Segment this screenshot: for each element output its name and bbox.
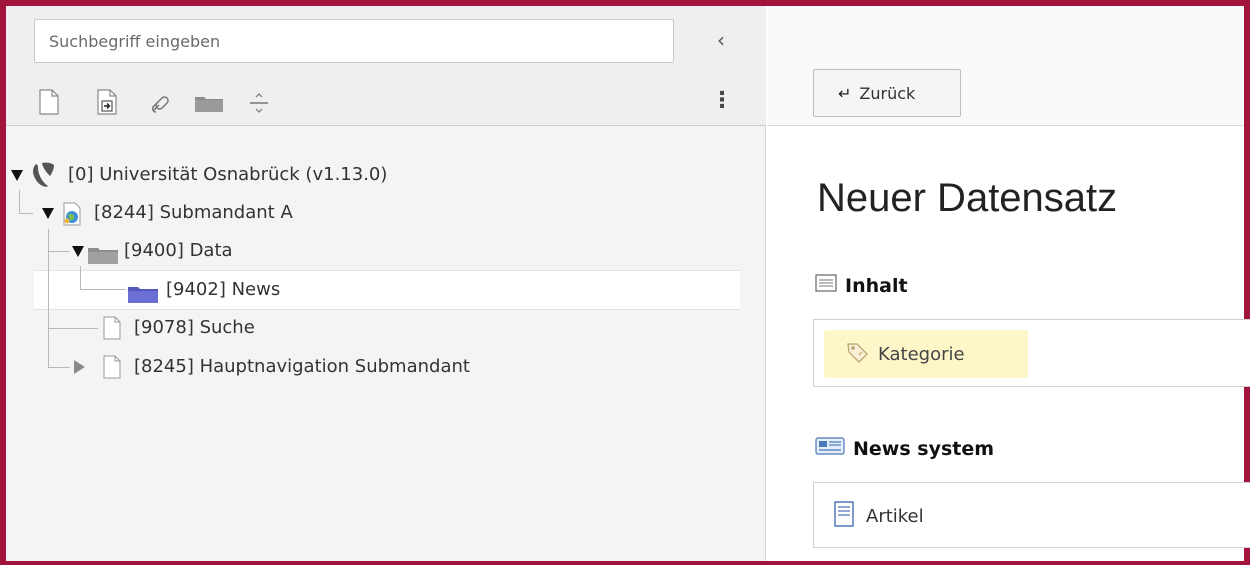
tree-node-suche[interactable]: [9078] Suche	[6, 309, 406, 347]
content-area: ↵ Zurück Neuer Datensatz Inhalt Kategori…	[767, 6, 1250, 561]
section-heading-inhalt: Inhalt	[815, 274, 908, 297]
page-title: Neuer Datensatz	[817, 176, 1118, 220]
docheader: ↵ Zurück	[767, 6, 1244, 126]
section-heading-label: News system	[853, 437, 995, 460]
back-button-label: Zurück	[859, 83, 916, 103]
link-icon[interactable]	[148, 88, 174, 116]
new-page-icon[interactable]	[36, 88, 62, 116]
tag-icon	[846, 341, 870, 368]
tree-node-root[interactable]: [0] Universität Osnabrück (v1.13.0)	[6, 156, 526, 194]
separator-icon[interactable]	[246, 88, 272, 116]
tree-node-label: [9402] News	[166, 279, 281, 300]
tree-node-label: [8245] Hauptnavigation Submandant	[134, 356, 470, 377]
section-panel-news-system: Artikel	[813, 482, 1250, 548]
search-input[interactable]	[34, 19, 674, 63]
expand-toggle-icon[interactable]	[11, 170, 23, 181]
page-tree-panel: ‹	[6, 6, 766, 561]
return-arrow-icon: ↵	[838, 83, 852, 103]
article-icon	[834, 500, 854, 532]
tree-node-hauptnavigation[interactable]: [8245] Hauptnavigation Submandant	[6, 348, 626, 386]
news-system-icon	[815, 436, 845, 461]
expand-toggle-icon[interactable]	[72, 246, 84, 257]
expand-toggle-icon[interactable]	[74, 360, 85, 374]
tree-node-submandant[interactable]: [8244] Submandant A	[6, 194, 406, 232]
new-record-artikel[interactable]: Artikel	[834, 497, 924, 535]
folder-icon[interactable]	[192, 88, 226, 116]
record-type-label: Artikel	[866, 505, 924, 527]
more-options-button[interactable]: ⋮	[711, 86, 733, 118]
page-icon	[102, 355, 122, 393]
tree-node-label: [9400] Data	[124, 240, 233, 261]
section-heading-news-system: News system	[815, 436, 994, 461]
tree-node-label: [0] Universität Osnabrück (v1.13.0)	[68, 164, 388, 185]
collapse-sidebar-button[interactable]: ‹	[706, 24, 736, 58]
new-record-kategorie[interactable]: Kategorie	[824, 330, 1028, 378]
tree-node-label: [9078] Suche	[134, 317, 255, 338]
expand-toggle-icon[interactable]	[42, 208, 54, 219]
tree-toolbar: ‹	[6, 6, 766, 126]
back-button[interactable]: ↵ Zurück	[813, 69, 961, 117]
page-import-icon[interactable]	[94, 88, 120, 116]
content-icon	[815, 274, 837, 297]
tree-node-label: [8244] Submandant A	[94, 202, 293, 223]
tree-node-data[interactable]: [9400] Data	[6, 232, 306, 270]
tree-node-news[interactable]: [9402] News	[6, 271, 406, 309]
section-heading-label: Inhalt	[845, 274, 908, 297]
section-panel-inhalt: Kategorie	[813, 319, 1250, 387]
record-type-label: Kategorie	[878, 343, 965, 365]
